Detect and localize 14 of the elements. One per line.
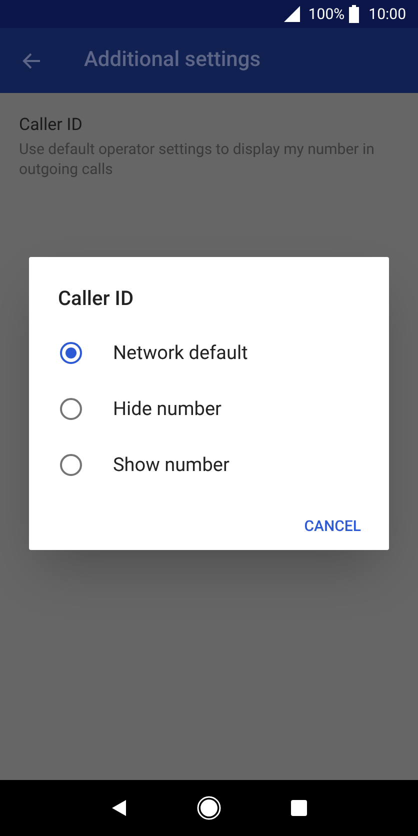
radio-option[interactable]: Hide number [29,381,389,437]
radio-option[interactable]: Network default [29,325,389,381]
battery-icon [348,5,359,23]
cancel-button[interactable]: CANCEL [294,509,371,544]
radio-option[interactable]: Show number [29,437,389,493]
screen-title: Additional settings [84,46,261,74]
back-arrow-icon [22,50,42,70]
signal-icon [284,6,300,22]
home-icon[interactable] [197,796,221,820]
setting-title: Caller ID [19,114,84,137]
battery-percent: 100% [308,4,345,25]
dialog-title: Caller ID [58,285,135,312]
clock: 10:00 [368,4,406,25]
back-icon[interactable] [111,799,127,817]
